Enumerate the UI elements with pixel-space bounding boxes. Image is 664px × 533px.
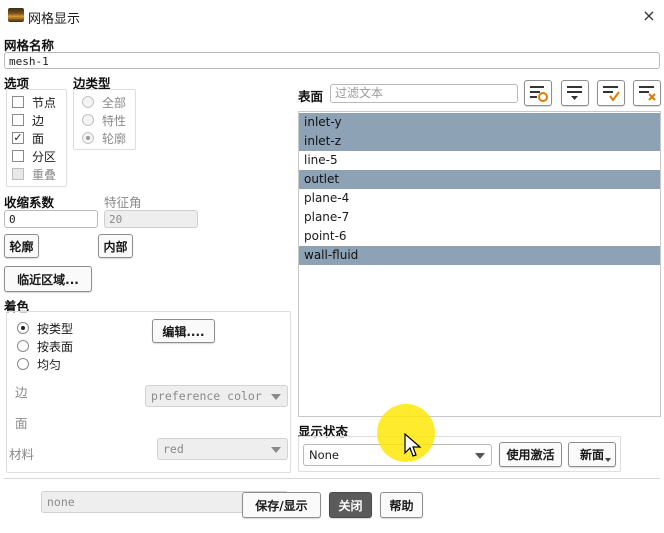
radio-label: 均匀 (37, 357, 62, 372)
edge-type-all: 全部 (82, 93, 126, 111)
new-surface-label: 新面 (579, 448, 604, 462)
shrink-factor-field[interactable]: 0 (4, 210, 98, 228)
radio-label: 轮廓 (102, 131, 127, 146)
radio-button (82, 96, 94, 108)
surface-item-inlet-y[interactable]: inlet-y (299, 113, 660, 132)
chevron-down-icon (271, 447, 281, 453)
help-button[interactable]: 帮助 (380, 492, 423, 518)
color-by-type[interactable]: 按类型 (17, 319, 73, 337)
close-button[interactable]: 关闭 (329, 492, 372, 518)
radio-button (82, 114, 94, 126)
edge-type-list: 全部 特性 轮廓 (82, 93, 126, 147)
filter-list-icon (530, 86, 548, 102)
mesh-name-field[interactable]: mesh-1 (4, 52, 660, 69)
coloring-options: 按类型 按表面 均匀 (17, 319, 73, 373)
interior-button[interactable]: 内部 (98, 234, 133, 258)
use-active-button[interactable]: 使用激活 (499, 442, 562, 467)
surfaces-list[interactable]: inlet-y inlet-z line-5 outlet plane-4 pl… (298, 111, 661, 417)
option-label: 面 (32, 131, 45, 146)
adjacent-zones-button[interactable]: 临近区域... (4, 266, 92, 292)
options-list: 节点 边 ✓ 面 分区 重叠 (12, 93, 56, 183)
edge-type-feature: 特性 (82, 111, 126, 129)
radio-button[interactable] (17, 358, 29, 370)
surfaces-label: 表面 (298, 89, 324, 104)
feature-angle-field: 20 (104, 210, 198, 228)
coloring-group: 按类型 按表面 均匀 编辑.... 边 preference color 面 r… (6, 311, 291, 513)
color-uniform[interactable]: 均匀 (17, 355, 73, 373)
select-value: red (163, 442, 184, 456)
edge-color-select: preference color (145, 385, 288, 407)
radio-label: 按表面 (37, 339, 74, 354)
option-partitions[interactable]: 分区 (12, 147, 56, 165)
bottom-divider (4, 478, 660, 479)
surface-item-outlet[interactable]: outlet (299, 170, 660, 189)
feature-angle-label: 特征角 (104, 195, 142, 210)
new-surface-button[interactable]: 新面 (568, 442, 616, 467)
surface-item-wall-fluid[interactable]: wall-fluid (299, 246, 660, 265)
option-label: 重叠 (32, 167, 57, 182)
surface-item-line-5[interactable]: line-5 (299, 151, 660, 170)
option-label: 边 (32, 113, 45, 128)
surface-item-plane-4[interactable]: plane-4 (299, 189, 660, 208)
select-value: preference color (151, 389, 262, 403)
surface-filter-input[interactable]: 过滤文本 (330, 84, 518, 103)
checkbox-checked[interactable]: ✓ (12, 132, 24, 144)
option-overset: 重叠 (12, 165, 56, 183)
radio-button-selected[interactable] (17, 322, 29, 334)
radio-label: 特性 (102, 113, 127, 128)
dropdown-arrow-icon (605, 458, 611, 462)
select-value: None (309, 448, 340, 462)
list-menu-button[interactable] (561, 80, 589, 106)
window-title: 网格显示 (28, 12, 81, 27)
edit-button[interactable]: 编辑.... (152, 319, 215, 343)
option-label: 节点 (32, 95, 57, 110)
radio-label: 全部 (102, 95, 127, 110)
outline-button[interactable]: 轮廓 (4, 234, 39, 258)
surface-item-inlet-z[interactable]: inlet-z (299, 132, 660, 151)
chevron-down-icon (271, 394, 281, 400)
face-color-select: red (157, 438, 288, 460)
radio-button[interactable] (17, 340, 29, 352)
mouse-pointer-icon (404, 433, 422, 457)
chevron-down-icon (475, 453, 485, 459)
options-group: 节点 边 ✓ 面 分区 重叠 (6, 89, 67, 187)
checkbox[interactable] (12, 150, 24, 162)
select-value: none (47, 495, 75, 509)
surface-item-plane-7[interactable]: plane-7 (299, 208, 660, 227)
list-dropdown-icon (567, 86, 582, 100)
radio-button-selected (82, 132, 94, 144)
filter-selection-button[interactable] (524, 80, 552, 106)
close-icon[interactable]: × (640, 6, 658, 25)
radio-label: 按类型 (37, 321, 74, 336)
material-label: 材料 (9, 447, 35, 462)
edge-type-group: 全部 特性 轮廓 (73, 89, 136, 150)
deselect-all-button[interactable] (633, 80, 661, 106)
shrink-factor-label: 收缩系数 (4, 195, 55, 210)
app-logo-icon (8, 8, 24, 22)
select-all-button[interactable] (597, 80, 625, 106)
select-all-icon (603, 86, 620, 102)
color-by-surface[interactable]: 按表面 (17, 337, 73, 355)
surface-item-point-6[interactable]: point-6 (299, 227, 660, 246)
edge-type-outline: 轮廓 (82, 129, 126, 147)
option-faces[interactable]: ✓ 面 (12, 129, 56, 147)
option-edges[interactable]: 边 (12, 111, 56, 129)
checkbox-disabled (12, 168, 24, 180)
option-label: 分区 (32, 149, 57, 164)
deselect-all-icon (639, 86, 656, 101)
save-display-button[interactable]: 保存/显示 (242, 492, 321, 518)
face-color-label: 面 (15, 416, 28, 431)
checkbox[interactable] (12, 114, 24, 126)
option-nodes[interactable]: 节点 (12, 93, 56, 111)
edge-color-label: 边 (15, 385, 28, 400)
title-bar: 网格显示 × (0, 0, 664, 32)
checkbox[interactable] (12, 96, 24, 108)
